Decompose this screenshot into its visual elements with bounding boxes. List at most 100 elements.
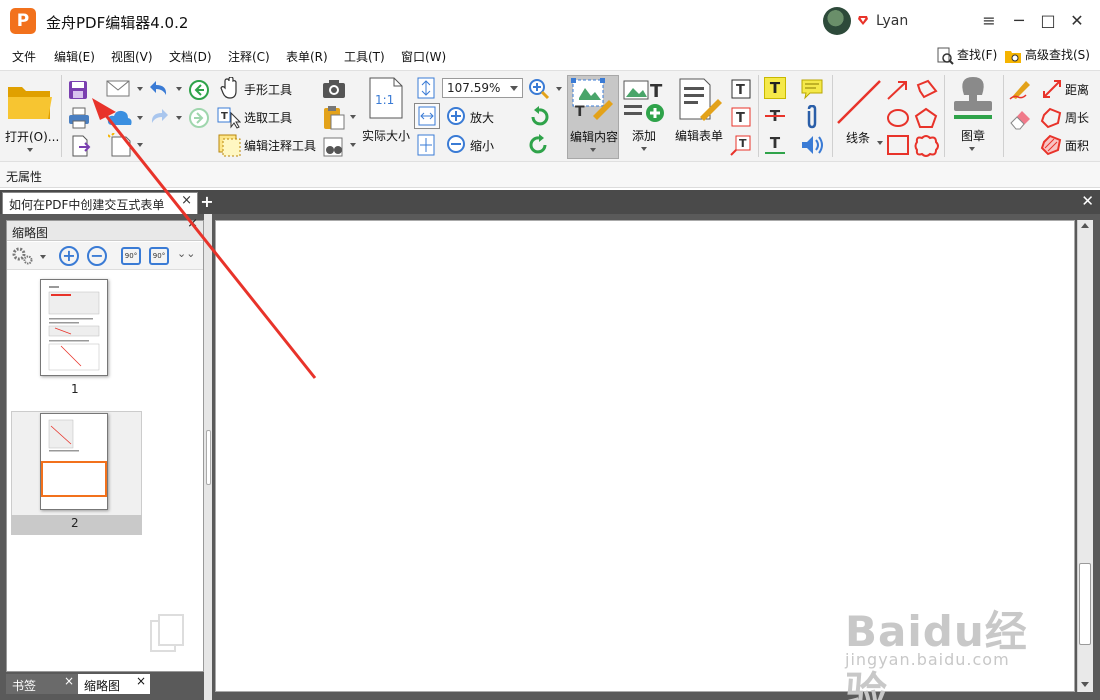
close-all-tabs-button[interactable]: ✕ xyxy=(1081,192,1094,210)
pencil-icon[interactable] xyxy=(1008,77,1034,101)
gear-icon[interactable] xyxy=(11,246,35,266)
zoom-in-label[interactable]: 放大 xyxy=(470,109,494,126)
magnifier-dropdown-icon[interactable] xyxy=(556,87,562,91)
line-tool-icon[interactable] xyxy=(836,79,882,125)
actual-size-icon[interactable]: 1:1 xyxy=(368,76,404,120)
binoculars-dropdown-icon[interactable] xyxy=(350,143,356,147)
cloud-dropdown-icon[interactable] xyxy=(137,116,143,120)
text-field-icon[interactable]: T xyxy=(730,78,752,100)
area-label[interactable]: 面积 xyxy=(1065,137,1089,154)
zoom-in-icon[interactable] xyxy=(446,106,466,126)
menu-icon[interactable]: ≡ xyxy=(976,8,1002,34)
close-button[interactable]: ✕ xyxy=(1064,8,1090,34)
snapshot-icon[interactable] xyxy=(322,79,346,99)
menu-view[interactable]: 视图(V) xyxy=(111,48,153,65)
attachment-icon[interactable] xyxy=(802,105,822,129)
menu-annotation[interactable]: 注释(C) xyxy=(228,48,270,65)
reduce-thumbnail-icon[interactable]: − xyxy=(87,246,107,266)
select-tool-icon[interactable]: T xyxy=(217,107,241,129)
minimize-button[interactable]: ─ xyxy=(1006,8,1032,34)
back-icon[interactable] xyxy=(188,79,210,101)
document-tab[interactable]: 如何在PDF中创建交互式表单 × xyxy=(2,192,198,214)
distance-icon[interactable] xyxy=(1042,79,1062,99)
cloud-icon[interactable] xyxy=(106,107,134,129)
close-thumbnails-tab-icon[interactable]: × xyxy=(136,674,146,688)
close-tab-icon[interactable]: × xyxy=(181,193,192,208)
new-document-dropdown-icon[interactable] xyxy=(137,143,143,147)
edit-annotation-tool-label[interactable]: 编辑注释工具 xyxy=(244,137,316,154)
stamp-dropdown-icon[interactable] xyxy=(969,147,975,151)
sticky-note-icon[interactable] xyxy=(800,77,824,101)
enlarge-thumbnail-icon[interactable]: + xyxy=(59,246,79,266)
tab-bookmarks[interactable]: 书签 × xyxy=(6,674,78,694)
ellipse-tool-icon[interactable] xyxy=(886,107,910,129)
perimeter-icon[interactable] xyxy=(1040,107,1062,129)
email-dropdown-icon[interactable] xyxy=(137,87,143,91)
rotate-right-icon[interactable] xyxy=(528,134,550,156)
polygon-tool-icon[interactable] xyxy=(914,107,938,129)
page-thumbnail-1[interactable] xyxy=(40,279,108,376)
zoom-select[interactable]: 107.59% xyxy=(442,78,523,98)
menu-document[interactable]: 文档(D) xyxy=(169,48,212,65)
close-bookmarks-tab-icon[interactable]: × xyxy=(64,674,74,688)
distance-label[interactable]: 距离 xyxy=(1065,81,1089,98)
menu-edit[interactable]: 编辑(E) xyxy=(54,48,95,65)
fit-page-icon[interactable] xyxy=(416,77,436,99)
clipboard-icon[interactable] xyxy=(322,105,346,131)
add-content-icon[interactable]: T xyxy=(622,77,668,123)
more-options-icon[interactable]: ⌄⌄ xyxy=(177,247,195,260)
new-tab-button[interactable]: + xyxy=(200,193,214,211)
sound-icon[interactable] xyxy=(800,134,826,156)
email-icon[interactable] xyxy=(106,79,132,99)
add-label[interactable]: 添加 xyxy=(632,127,656,144)
binoculars-icon[interactable] xyxy=(322,135,346,159)
gear-dropdown-icon[interactable] xyxy=(40,255,46,259)
zoom-out-label[interactable]: 缩小 xyxy=(470,137,494,154)
rotate-page-right-icon[interactable]: 90° xyxy=(149,247,169,265)
strikeout-text-icon[interactable]: T xyxy=(764,105,786,127)
actual-size-label[interactable]: 实际大小 xyxy=(362,127,410,144)
export-icon[interactable] xyxy=(70,135,92,157)
edit-form-label[interactable]: 编辑表单 xyxy=(675,127,723,144)
scrollbar-thumb[interactable] xyxy=(1079,563,1091,645)
splitter-grip[interactable] xyxy=(206,430,211,485)
lines-dropdown-icon[interactable] xyxy=(877,141,883,145)
arrow-tool-icon[interactable] xyxy=(886,79,910,101)
maximize-button[interactable]: □ xyxy=(1035,8,1061,34)
edit-content-dropdown-icon[interactable] xyxy=(590,148,596,152)
close-panel-icon[interactable]: × xyxy=(187,216,198,231)
fit-visible-icon[interactable] xyxy=(416,134,436,156)
polyline-tool-icon[interactable] xyxy=(914,79,938,101)
stamp-icon[interactable] xyxy=(950,75,996,123)
zoom-out-icon[interactable] xyxy=(446,134,466,154)
menu-window[interactable]: 窗口(W) xyxy=(401,48,446,65)
zoom-dropdown-icon[interactable] xyxy=(510,86,518,91)
open-folder-icon[interactable] xyxy=(6,81,54,121)
highlight-text-icon[interactable]: T xyxy=(764,77,786,99)
clipboard-dropdown-icon[interactable] xyxy=(350,115,356,119)
callout-icon[interactable]: T xyxy=(730,134,752,156)
add-dropdown-icon[interactable] xyxy=(641,147,647,151)
save-icon[interactable] xyxy=(67,79,89,101)
fit-width-button[interactable] xyxy=(414,103,440,129)
print-icon[interactable] xyxy=(67,107,91,129)
perimeter-label[interactable]: 周长 xyxy=(1065,109,1089,126)
cloud-shape-tool-icon[interactable] xyxy=(914,134,940,158)
scroll-down-icon[interactable] xyxy=(1081,682,1089,687)
forward-icon[interactable] xyxy=(188,107,210,129)
area-icon[interactable] xyxy=(1040,134,1062,156)
rotate-left-icon[interactable] xyxy=(528,106,550,128)
new-document-icon[interactable] xyxy=(108,133,138,157)
open-label[interactable]: 打开(O)... xyxy=(5,128,59,145)
redo-icon[interactable] xyxy=(148,107,170,127)
tab-thumbnails[interactable]: 缩略图 × xyxy=(78,674,150,694)
undo-dropdown-icon[interactable] xyxy=(176,87,182,91)
lines-label[interactable]: 线条 xyxy=(846,129,870,146)
edit-content-button[interactable]: T 编辑内容 xyxy=(567,75,619,159)
edit-form-icon[interactable] xyxy=(676,77,724,121)
advanced-find-button[interactable]: 高级查找(S) xyxy=(1004,46,1090,65)
redo-dropdown-icon[interactable] xyxy=(176,116,182,120)
page-thumbnail-2[interactable] xyxy=(40,413,108,510)
find-button[interactable]: 查找(F) xyxy=(936,46,997,65)
rotate-page-left-icon[interactable]: 90° xyxy=(121,247,141,265)
